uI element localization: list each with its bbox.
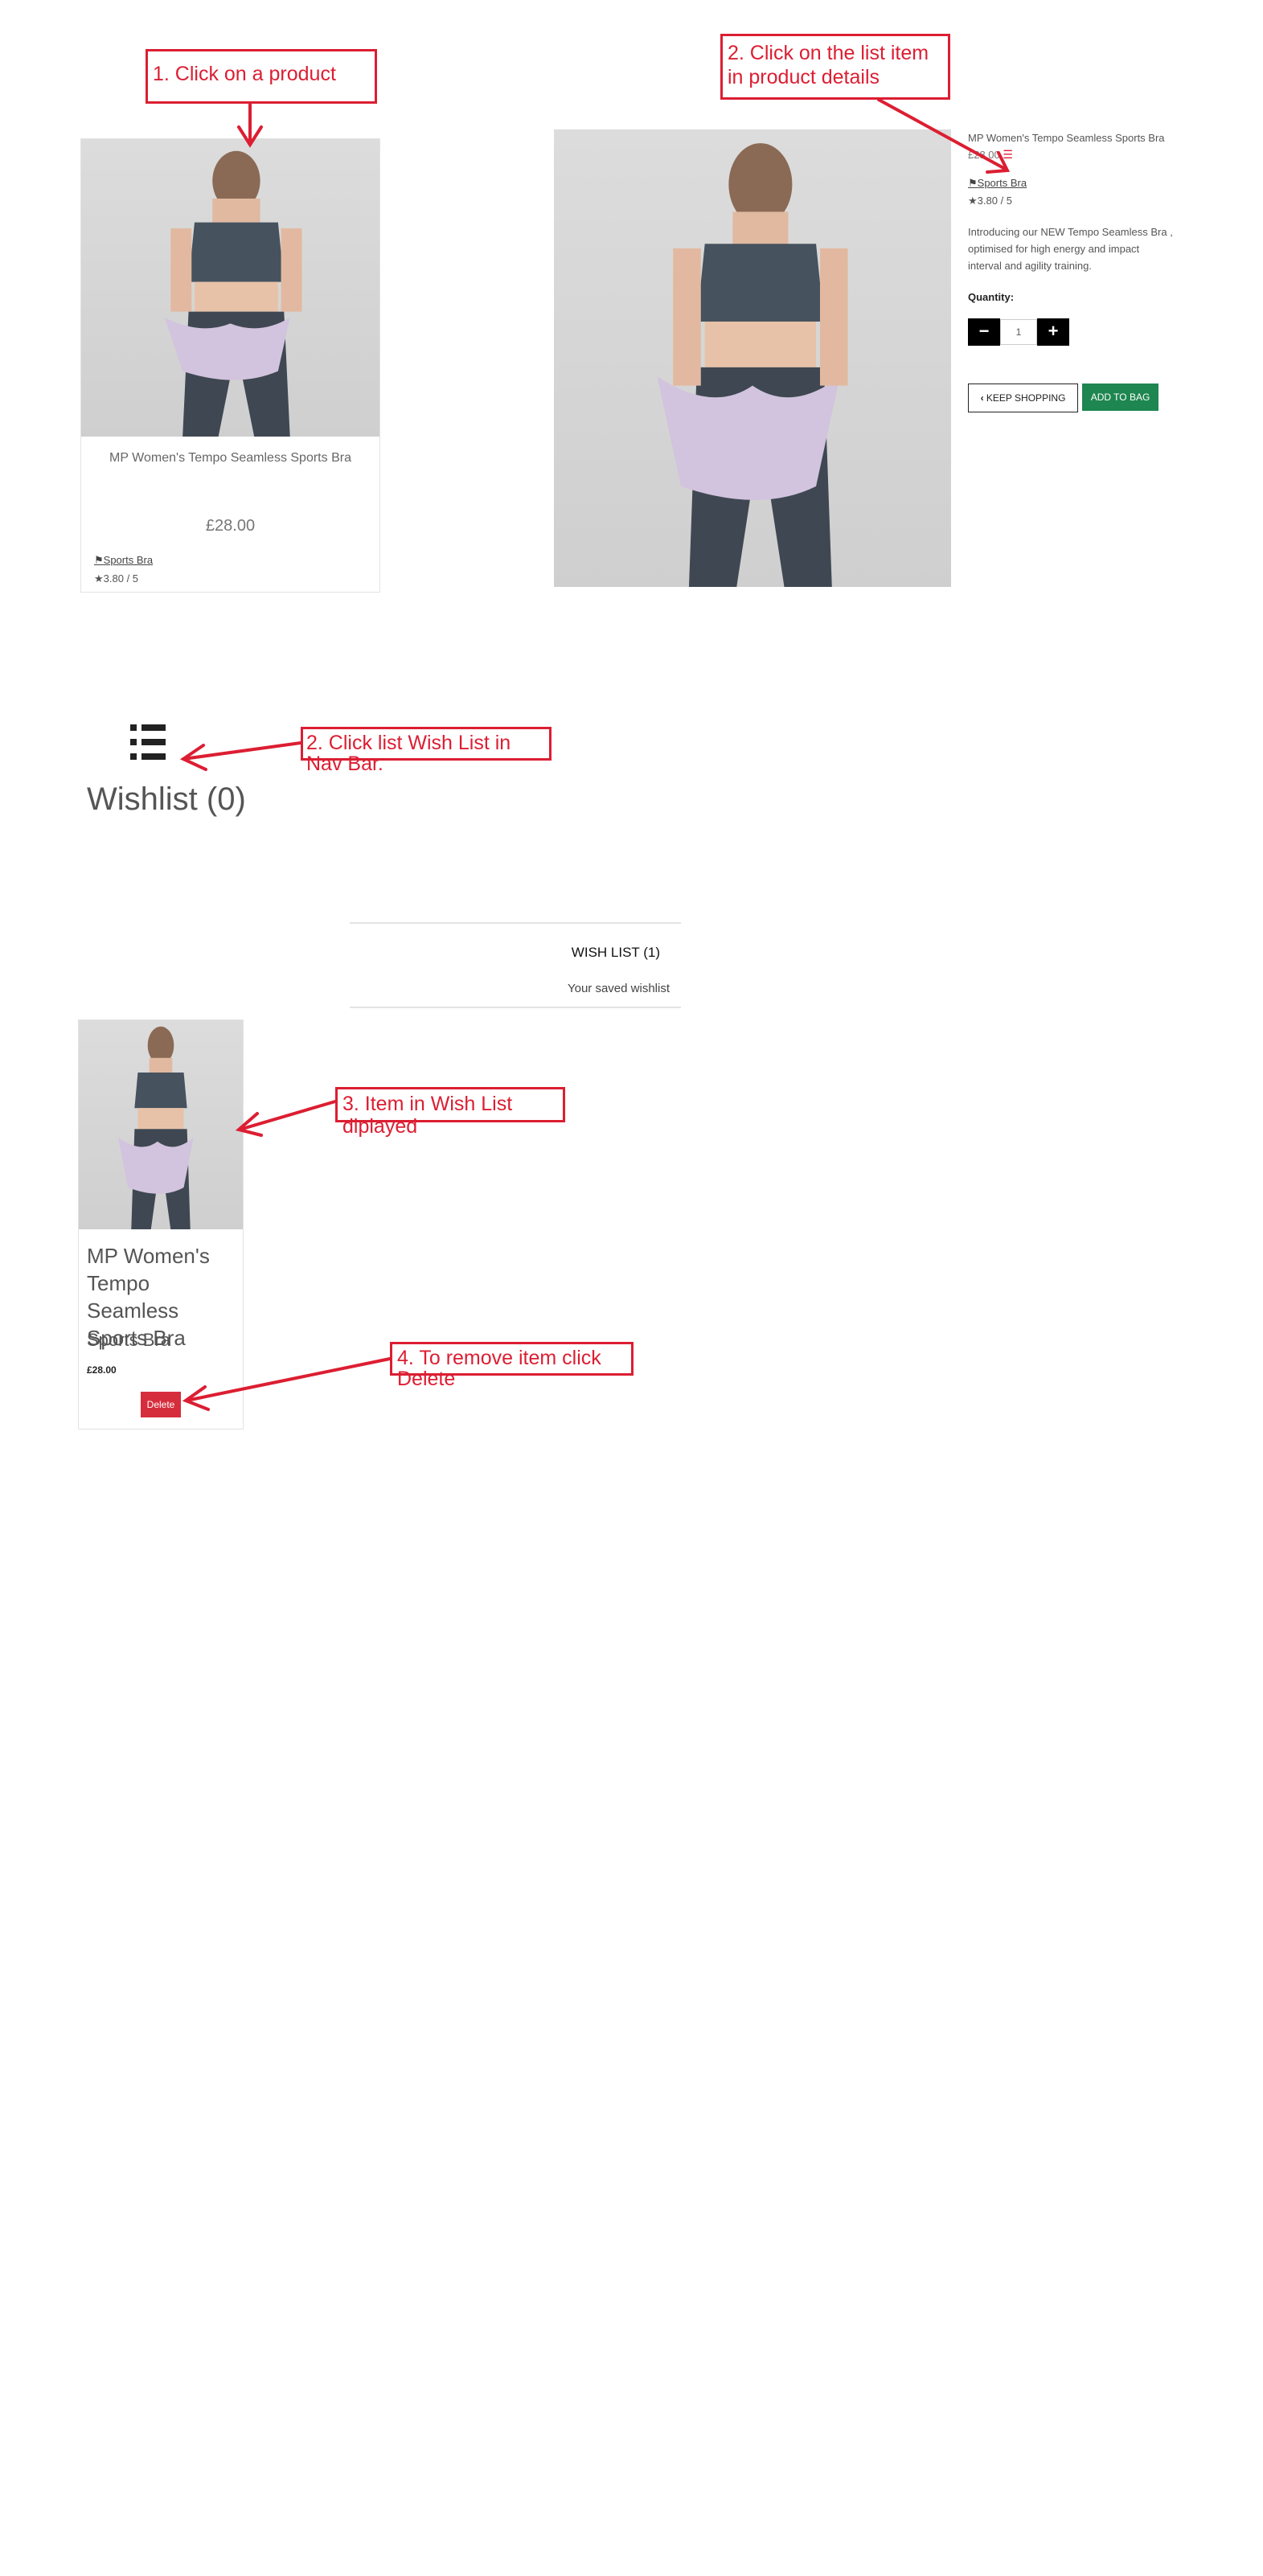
arrow-step4 xyxy=(185,1357,392,1402)
annotation-arrows xyxy=(179,98,1011,1411)
arrow-step2a xyxy=(877,98,1008,171)
